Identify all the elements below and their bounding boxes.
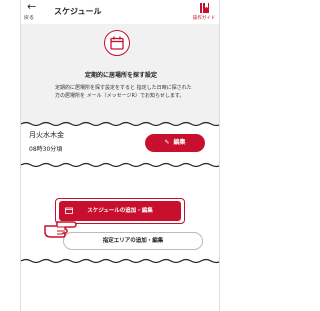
guide-button[interactable]: 操作ガイド <box>191 2 217 22</box>
add-schedule-button[interactable]: スケジュールの追加・編集 <box>59 201 181 221</box>
info-title: 定期的に居場所を探す設定 <box>84 72 157 79</box>
app-header: ← 戻る スケジュール 操作ガイド <box>21 0 219 24</box>
back-arrow-icon: ← <box>27 0 37 13</box>
pencil-icon: ✎ <box>164 139 170 146</box>
info-panel: 定期的に居場所を探す設定 定期的に居場所を探す設定をすると 指定した日時に探され… <box>21 24 219 124</box>
guide-book-icon <box>200 3 209 13</box>
back-label: 戻る <box>24 15 35 21</box>
wavy-divider-top <box>21 121 219 127</box>
add-schedule-label: スケジュールの追加・編集 <box>87 208 153 214</box>
info-description: 定期的に居場所を探す設定をすると 指定した日時に探された方の居場所を メール（メ… <box>55 85 192 99</box>
guide-label: 操作ガイド <box>192 16 216 21</box>
back-button[interactable]: ← 戻る <box>23 1 43 23</box>
edit-label: 編集 <box>173 139 186 146</box>
pointing-hand-icon <box>44 221 77 238</box>
wavy-divider-middle <box>21 162 219 168</box>
schedule-time: 08時30分頃 <box>29 146 63 153</box>
schedule-days: 月火水木金 <box>29 131 64 139</box>
phone-screen: ← 戻る スケジュール 操作ガイド 定期的に居場所を探す設定 定期的に居場所を探… <box>20 0 220 311</box>
wavy-divider-bottom <box>21 258 219 264</box>
edit-button[interactable]: ✎ 編集 <box>145 134 205 152</box>
page-title: スケジュール <box>54 7 102 16</box>
calendar-icon <box>110 36 124 50</box>
area-edit-button[interactable]: 指定エリアの追加・編集 <box>63 232 203 250</box>
calendar-badge <box>104 30 130 56</box>
